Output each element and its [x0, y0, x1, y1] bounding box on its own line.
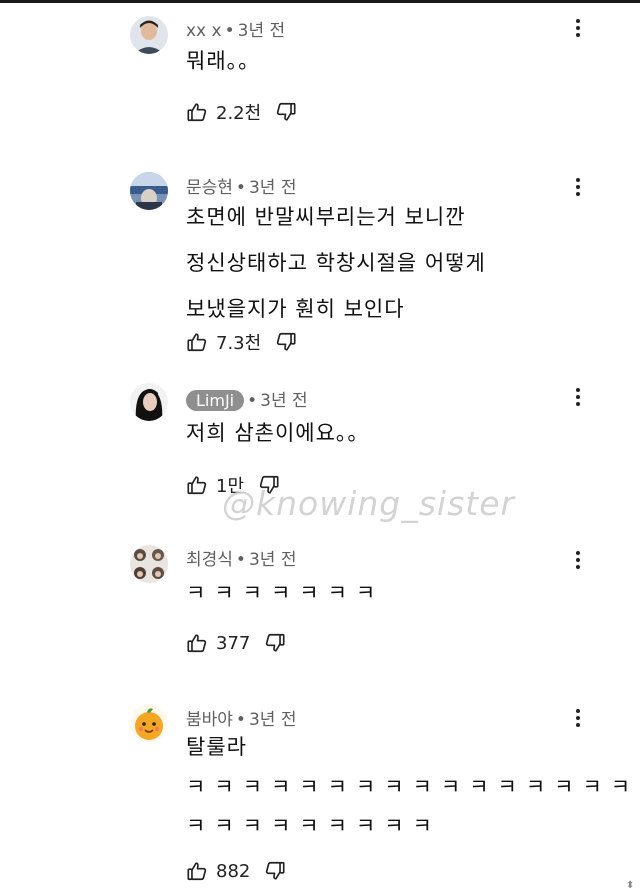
avatar[interactable] [130, 16, 168, 54]
like-count: 377 [216, 632, 251, 654]
like-count: 7.3천 [216, 333, 262, 354]
comment-line: 저희 삼촌이에요。。 [186, 421, 370, 445]
comment-line: ㅋㅋㅋㅋㅋㅋㅋㅋㅋㅋㅋㅋㅋㅋㅋㅋ [186, 775, 640, 799]
more-vert-icon[interactable] [570, 386, 586, 408]
comment-time: 3년 전 [248, 550, 297, 570]
comment-line: 정신상태하고 학창시절을 어떻게 [186, 251, 486, 275]
more-vert-icon[interactable] [570, 17, 586, 39]
thumbs-down-icon[interactable] [275, 101, 297, 123]
comment-line: 초면에 반말씨부리는거 보니깐 [186, 205, 466, 229]
thumbs-up-icon[interactable] [186, 860, 208, 882]
more-vert-icon[interactable] [570, 176, 586, 198]
comment-time: 3년 전 [260, 391, 308, 411]
comment-actions: 2.2천 [186, 99, 297, 125]
comment-text: 저희 삼촌이에요。。 [186, 410, 369, 456]
avatar[interactable] [130, 704, 168, 742]
author-name[interactable]: 최경식 [186, 550, 233, 570]
comment-line: 보냈을지가 훤히 보인다 [186, 297, 405, 321]
watermark: @knowing_sister [222, 484, 516, 523]
thumbs-down-icon[interactable] [275, 331, 297, 353]
more-vert-icon[interactable] [570, 549, 586, 571]
like-count: 2.2천 [216, 103, 262, 124]
comment-line: 탈룰라 [186, 735, 247, 759]
thumbs-up-icon[interactable] [186, 474, 208, 496]
author-name[interactable]: LimJi [186, 390, 245, 411]
thumbs-up-icon[interactable] [186, 331, 208, 353]
comment-text: ㅋㅋㅋㅋㅋㅋㅋ [186, 570, 384, 616]
comment-meta: 최경식 • 3년 전 [186, 550, 297, 570]
comment-actions: 377 [186, 630, 286, 656]
comment-text: 탈룰라 ㅋㅋㅋㅋㅋㅋㅋㅋㅋㅋㅋㅋㅋㅋㅋㅋ ㅋㅋㅋㅋㅋㅋㅋㅋㅋ [186, 726, 639, 846]
comment-text: 초면에 반말씨부리는거 보니깐 정신상태하고 학창시절을 어떻게 보냈을지가 훤… [186, 194, 486, 332]
comment-actions: 882 [186, 858, 286, 884]
comment-text: 뭐래。。 [186, 38, 260, 84]
avatar[interactable] [130, 172, 168, 210]
thumbs-down-icon[interactable] [264, 860, 286, 882]
comment-line: ㅋㅋㅋㅋㅋㅋㅋ [186, 581, 385, 605]
avatar[interactable] [130, 545, 168, 583]
thumbs-up-icon[interactable] [186, 632, 208, 654]
comment-line: 뭐래。。 [186, 49, 261, 73]
comment-line: ㅋㅋㅋㅋㅋㅋㅋㅋㅋ [186, 814, 441, 838]
resize-grip-icon[interactable]: ⬍ [626, 880, 634, 891]
comment-meta: LimJi • 3년 전 [186, 386, 308, 411]
like-count: 882 [216, 860, 251, 882]
avatar[interactable] [130, 383, 168, 421]
thumbs-down-icon[interactable] [264, 632, 286, 654]
comment-actions: 7.3천 [186, 329, 297, 355]
thumbs-up-icon[interactable] [186, 101, 208, 123]
top-border [0, 0, 640, 3]
